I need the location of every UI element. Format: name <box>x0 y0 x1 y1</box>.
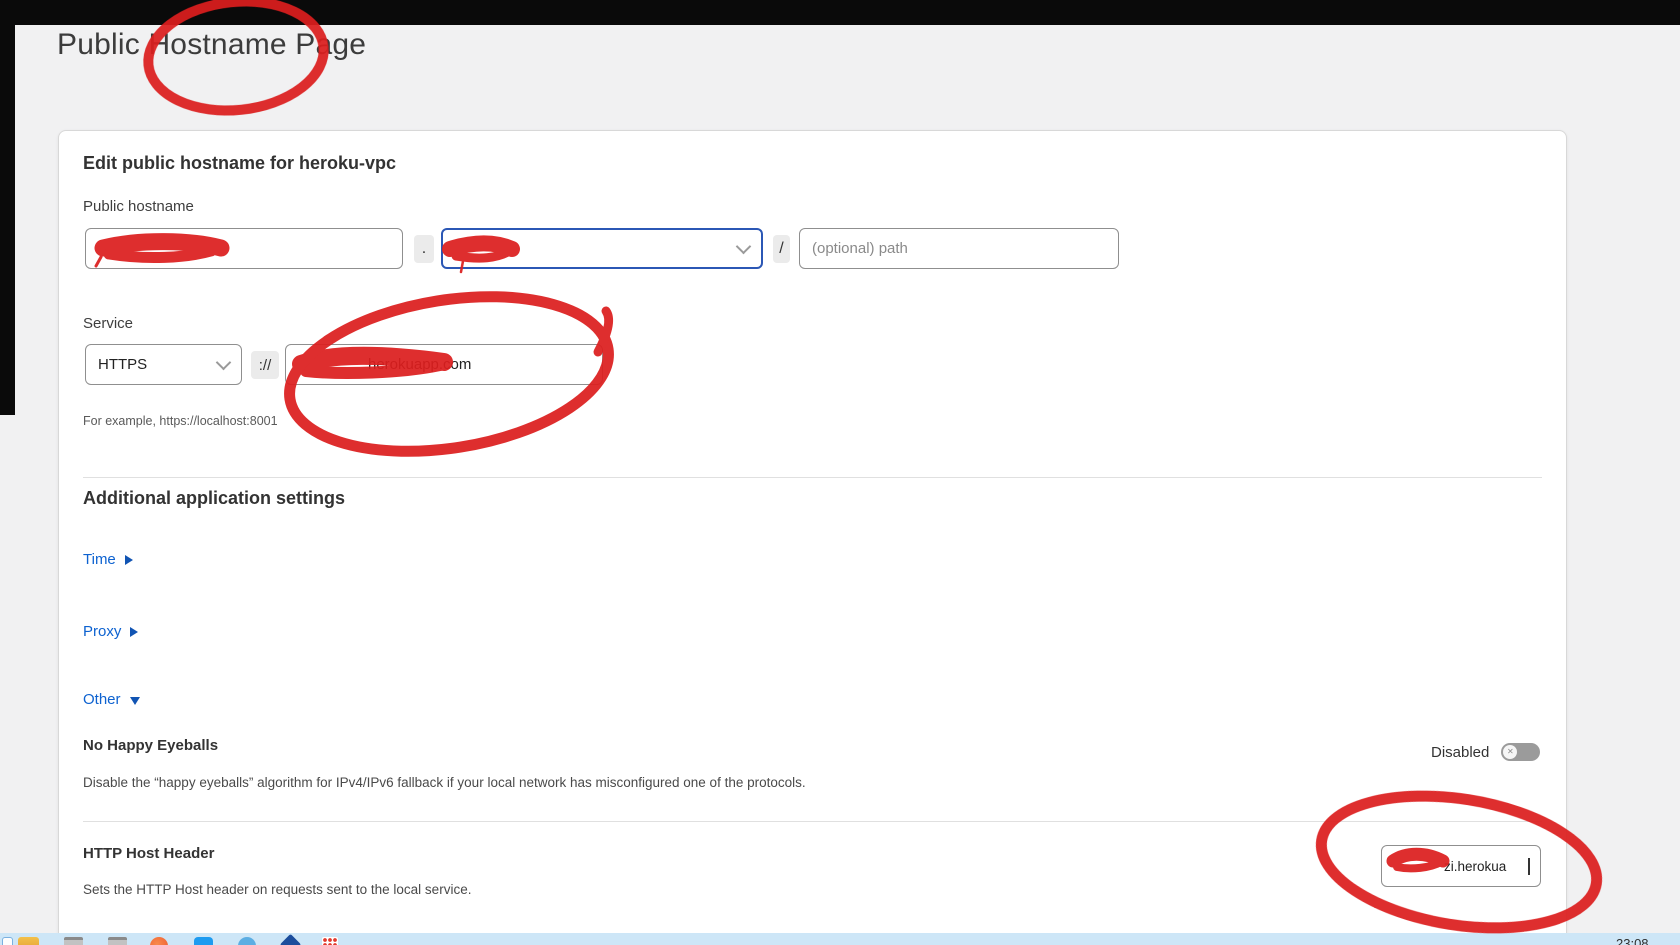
no-happy-eyeballs-description: Disable the “happy eyeballs” algorithm f… <box>83 775 806 790</box>
section-link-label: Other <box>83 691 121 708</box>
http-host-header-input[interactable] <box>1381 845 1541 887</box>
service-example-hint: For example, https://localhost:8001 <box>83 414 278 428</box>
section-divider <box>83 477 1542 478</box>
scheme-separator: :// <box>251 351 279 379</box>
section-divider <box>83 821 1542 822</box>
path-input[interactable] <box>799 228 1119 269</box>
no-happy-eyeballs-toggle[interactable]: ✕ <box>1501 743 1540 761</box>
service-type-value: HTTPS <box>98 356 147 373</box>
section-link-other[interactable]: Other <box>83 691 140 708</box>
triangle-right-icon <box>130 627 138 637</box>
http-host-header-title: HTTP Host Header <box>83 845 214 862</box>
service-type-select[interactable]: HTTPS <box>85 344 242 385</box>
slash-separator: / <box>773 235 790 263</box>
domain-select[interactable] <box>441 228 763 269</box>
taskbar-icon-window-1[interactable] <box>64 937 83 945</box>
left-black-strip <box>0 0 15 415</box>
no-happy-eyeballs-title: No Happy Eyeballs <box>83 737 218 754</box>
section-link-label: Proxy <box>83 623 121 640</box>
taskbar-icon-twitter[interactable] <box>194 937 213 945</box>
card-heading: Edit public hostname for heroku-vpc <box>83 153 396 174</box>
taskbar-icon-file-explorer[interactable] <box>18 937 39 945</box>
screen: Public Hostname Page Edit public hostnam… <box>0 0 1680 945</box>
toggle-off-x-icon: ✕ <box>1503 745 1517 759</box>
section-link-time[interactable]: Time <box>83 551 133 568</box>
http-host-header-description: Sets the HTTP Host header on requests se… <box>83 882 471 897</box>
service-label: Service <box>83 315 133 332</box>
taskbar-icon-window-2[interactable] <box>108 937 127 945</box>
section-link-proxy[interactable]: Proxy <box>83 623 138 640</box>
taskbar-clock: 23:08 <box>1616 936 1649 945</box>
subdomain-input[interactable] <box>85 228 403 269</box>
section-link-label: Time <box>83 551 116 568</box>
chevron-down-icon <box>736 239 752 255</box>
top-black-bar <box>0 0 1680 25</box>
no-happy-eyeballs-toggle-row: Disabled ✕ <box>1431 743 1540 761</box>
service-url-input[interactable] <box>285 344 603 385</box>
taskbar-edge-button[interactable] <box>2 937 13 945</box>
page-title: Public Hostname Page <box>57 28 366 62</box>
additional-settings-heading: Additional application settings <box>83 488 345 509</box>
triangle-right-icon <box>125 555 133 565</box>
public-hostname-label: Public hostname <box>83 198 194 215</box>
text-cursor <box>1528 858 1530 875</box>
hostname-edit-card: Edit public hostname for heroku-vpc Publ… <box>58 130 1567 945</box>
triangle-down-icon <box>130 697 140 705</box>
taskbar-icon-dot-grid[interactable] <box>322 937 338 945</box>
dot-separator: . <box>414 235 434 263</box>
chevron-down-icon <box>216 355 232 371</box>
toggle-state-label: Disabled <box>1431 744 1489 761</box>
